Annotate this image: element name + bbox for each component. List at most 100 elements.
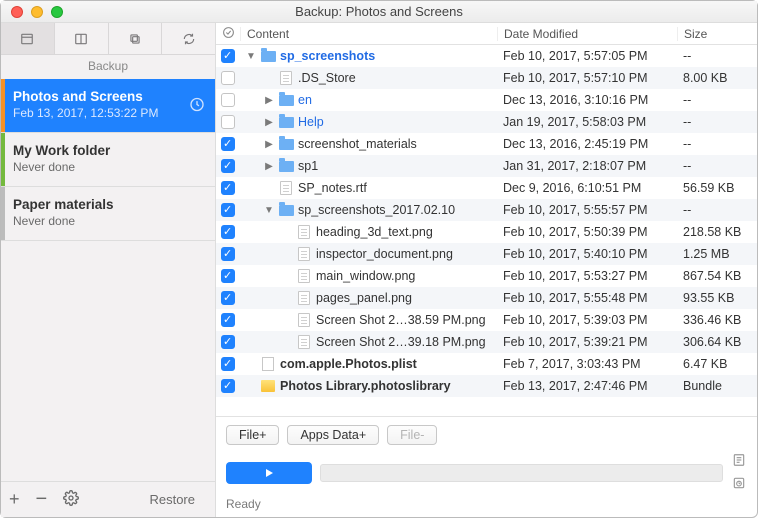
sidebar: Backup Photos and Screens Feb 13, 2017, … (1, 23, 216, 517)
row-checkbox[interactable] (221, 49, 235, 63)
schedule-icon[interactable] (731, 476, 747, 493)
run-button[interactable] (226, 462, 312, 484)
plan-name: Photos and Screens (13, 89, 203, 104)
zoom-button[interactable] (51, 6, 63, 18)
file-icon (278, 180, 294, 196)
tree-row[interactable]: SP_notes.rtf Dec 9, 2016, 6:10:51 PM 56.… (216, 177, 757, 199)
progress-bar (320, 464, 723, 482)
row-date: Feb 10, 2017, 5:55:48 PM (497, 291, 677, 305)
plan-accent (1, 187, 5, 240)
row-size: -- (677, 137, 757, 151)
plan-item[interactable]: My Work folder Never done (1, 133, 215, 187)
tree-row[interactable]: main_window.png Feb 10, 2017, 5:53:27 PM… (216, 265, 757, 287)
sync-button[interactable] (162, 23, 215, 54)
plan-subtitle: Never done (13, 214, 203, 228)
tree-row[interactable]: com.apple.Photos.plist Feb 7, 2017, 3:03… (216, 353, 757, 375)
window-title: Backup: Photos and Screens (9, 4, 749, 19)
library-icon (260, 378, 276, 394)
row-date: Feb 10, 2017, 5:50:39 PM (497, 225, 677, 239)
disclosure-icon[interactable]: ▶ (264, 95, 274, 106)
disclosure-icon[interactable]: ▼ (246, 51, 256, 62)
remove-plan-button[interactable]: − (36, 488, 48, 511)
restore-button[interactable]: Restore (149, 492, 195, 507)
close-button[interactable] (11, 6, 23, 18)
row-checkbox[interactable] (221, 357, 235, 371)
folder-icon (278, 202, 294, 218)
view-list-button[interactable] (1, 23, 55, 54)
row-checkbox[interactable] (221, 93, 235, 107)
row-name: Screen Shot 2…39.18 PM.png (316, 335, 486, 349)
apps-data-button[interactable]: Apps Data+ (287, 425, 379, 445)
row-checkbox[interactable] (221, 379, 235, 393)
column-content[interactable]: Content (240, 27, 497, 41)
row-name: sp_screenshots_2017.02.10 (298, 203, 455, 217)
tree-row[interactable]: ▼ sp_screenshots Feb 10, 2017, 5:57:05 P… (216, 45, 757, 67)
tree-row[interactable]: inspector_document.png Feb 10, 2017, 5:4… (216, 243, 757, 265)
minimize-button[interactable] (31, 6, 43, 18)
tree-row[interactable]: ▶ Help Jan 19, 2017, 5:58:03 PM -- (216, 111, 757, 133)
file-plus-button[interactable]: File+ (226, 425, 279, 445)
row-date: Jan 31, 2017, 2:18:07 PM (497, 159, 677, 173)
tree-row[interactable]: ▶ en Dec 13, 2016, 3:10:16 PM -- (216, 89, 757, 111)
row-checkbox[interactable] (221, 137, 235, 151)
row-checkbox[interactable] (221, 247, 235, 261)
file-icon (296, 312, 312, 328)
column-size[interactable]: Size (677, 27, 757, 41)
main-panel: Content Date Modified Size ▼ sp_screensh… (216, 23, 757, 517)
row-checkbox[interactable] (221, 159, 235, 173)
row-checkbox[interactable] (221, 71, 235, 85)
plan-item[interactable]: Photos and Screens Feb 13, 2017, 12:53:2… (1, 79, 215, 133)
tree-row[interactable]: pages_panel.png Feb 10, 2017, 5:55:48 PM… (216, 287, 757, 309)
file-minus-button[interactable]: File- (387, 425, 437, 445)
row-date: Feb 10, 2017, 5:55:57 PM (497, 203, 677, 217)
row-size: 218.58 KB (677, 225, 757, 239)
tree-row[interactable]: .DS_Store Feb 10, 2017, 5:57:10 PM 8.00 … (216, 67, 757, 89)
row-name: pages_panel.png (316, 291, 412, 305)
tree-row[interactable]: ▶ sp1 Jan 31, 2017, 2:18:07 PM -- (216, 155, 757, 177)
disclosure-icon[interactable]: ▼ (264, 205, 274, 216)
status-text: Ready (226, 497, 747, 511)
settings-button[interactable] (63, 490, 79, 509)
tree-row[interactable]: heading_3d_text.png Feb 10, 2017, 5:50:3… (216, 221, 757, 243)
disclosure-icon[interactable]: ▶ (264, 117, 274, 128)
row-checkbox[interactable] (221, 203, 235, 217)
log-icon[interactable] (731, 453, 747, 470)
row-checkbox[interactable] (221, 335, 235, 349)
row-checkbox[interactable] (221, 269, 235, 283)
tree-row[interactable]: Screen Shot 2…39.18 PM.png Feb 10, 2017,… (216, 331, 757, 353)
tree-row[interactable]: Screen Shot 2…38.59 PM.png Feb 10, 2017,… (216, 309, 757, 331)
row-checkbox[interactable] (221, 291, 235, 305)
sidebar-footer: + − Restore (1, 481, 215, 517)
window-controls (11, 6, 63, 18)
clock-icon (189, 96, 205, 115)
row-checkbox[interactable] (221, 181, 235, 195)
row-checkbox[interactable] (221, 115, 235, 129)
add-plan-button[interactable]: + (9, 489, 20, 510)
row-size: Bundle (677, 379, 757, 393)
row-size: 867.54 KB (677, 269, 757, 283)
column-check[interactable] (216, 26, 240, 42)
column-date[interactable]: Date Modified (497, 27, 677, 41)
row-name: SP_notes.rtf (298, 181, 367, 195)
row-checkbox[interactable] (221, 225, 235, 239)
sidebar-heading: Backup (1, 55, 215, 79)
row-name: .DS_Store (298, 71, 356, 85)
row-date: Dec 13, 2016, 2:45:19 PM (497, 137, 677, 151)
view-columns-button[interactable] (55, 23, 109, 54)
tree-row[interactable]: ▼ sp_screenshots_2017.02.10 Feb 10, 2017… (216, 199, 757, 221)
tree-row[interactable]: Photos Library.photoslibrary Feb 13, 201… (216, 375, 757, 397)
row-checkbox[interactable] (221, 313, 235, 327)
tree-row[interactable]: ▶ screenshot_materials Dec 13, 2016, 2:4… (216, 133, 757, 155)
row-name: com.apple.Photos.plist (280, 357, 417, 371)
disclosure-icon[interactable]: ▶ (264, 139, 274, 150)
row-size: 336.46 KB (677, 313, 757, 327)
view-stack-button[interactable] (109, 23, 163, 54)
row-size: -- (677, 203, 757, 217)
plan-subtitle: Never done (13, 160, 203, 174)
plan-item[interactable]: Paper materials Never done (1, 187, 215, 241)
row-name: en (298, 93, 312, 107)
row-name: Help (298, 115, 324, 129)
file-tree[interactable]: ▼ sp_screenshots Feb 10, 2017, 5:57:05 P… (216, 45, 757, 416)
disclosure-icon[interactable]: ▶ (264, 161, 274, 172)
titlebar: Backup: Photos and Screens (1, 1, 757, 23)
